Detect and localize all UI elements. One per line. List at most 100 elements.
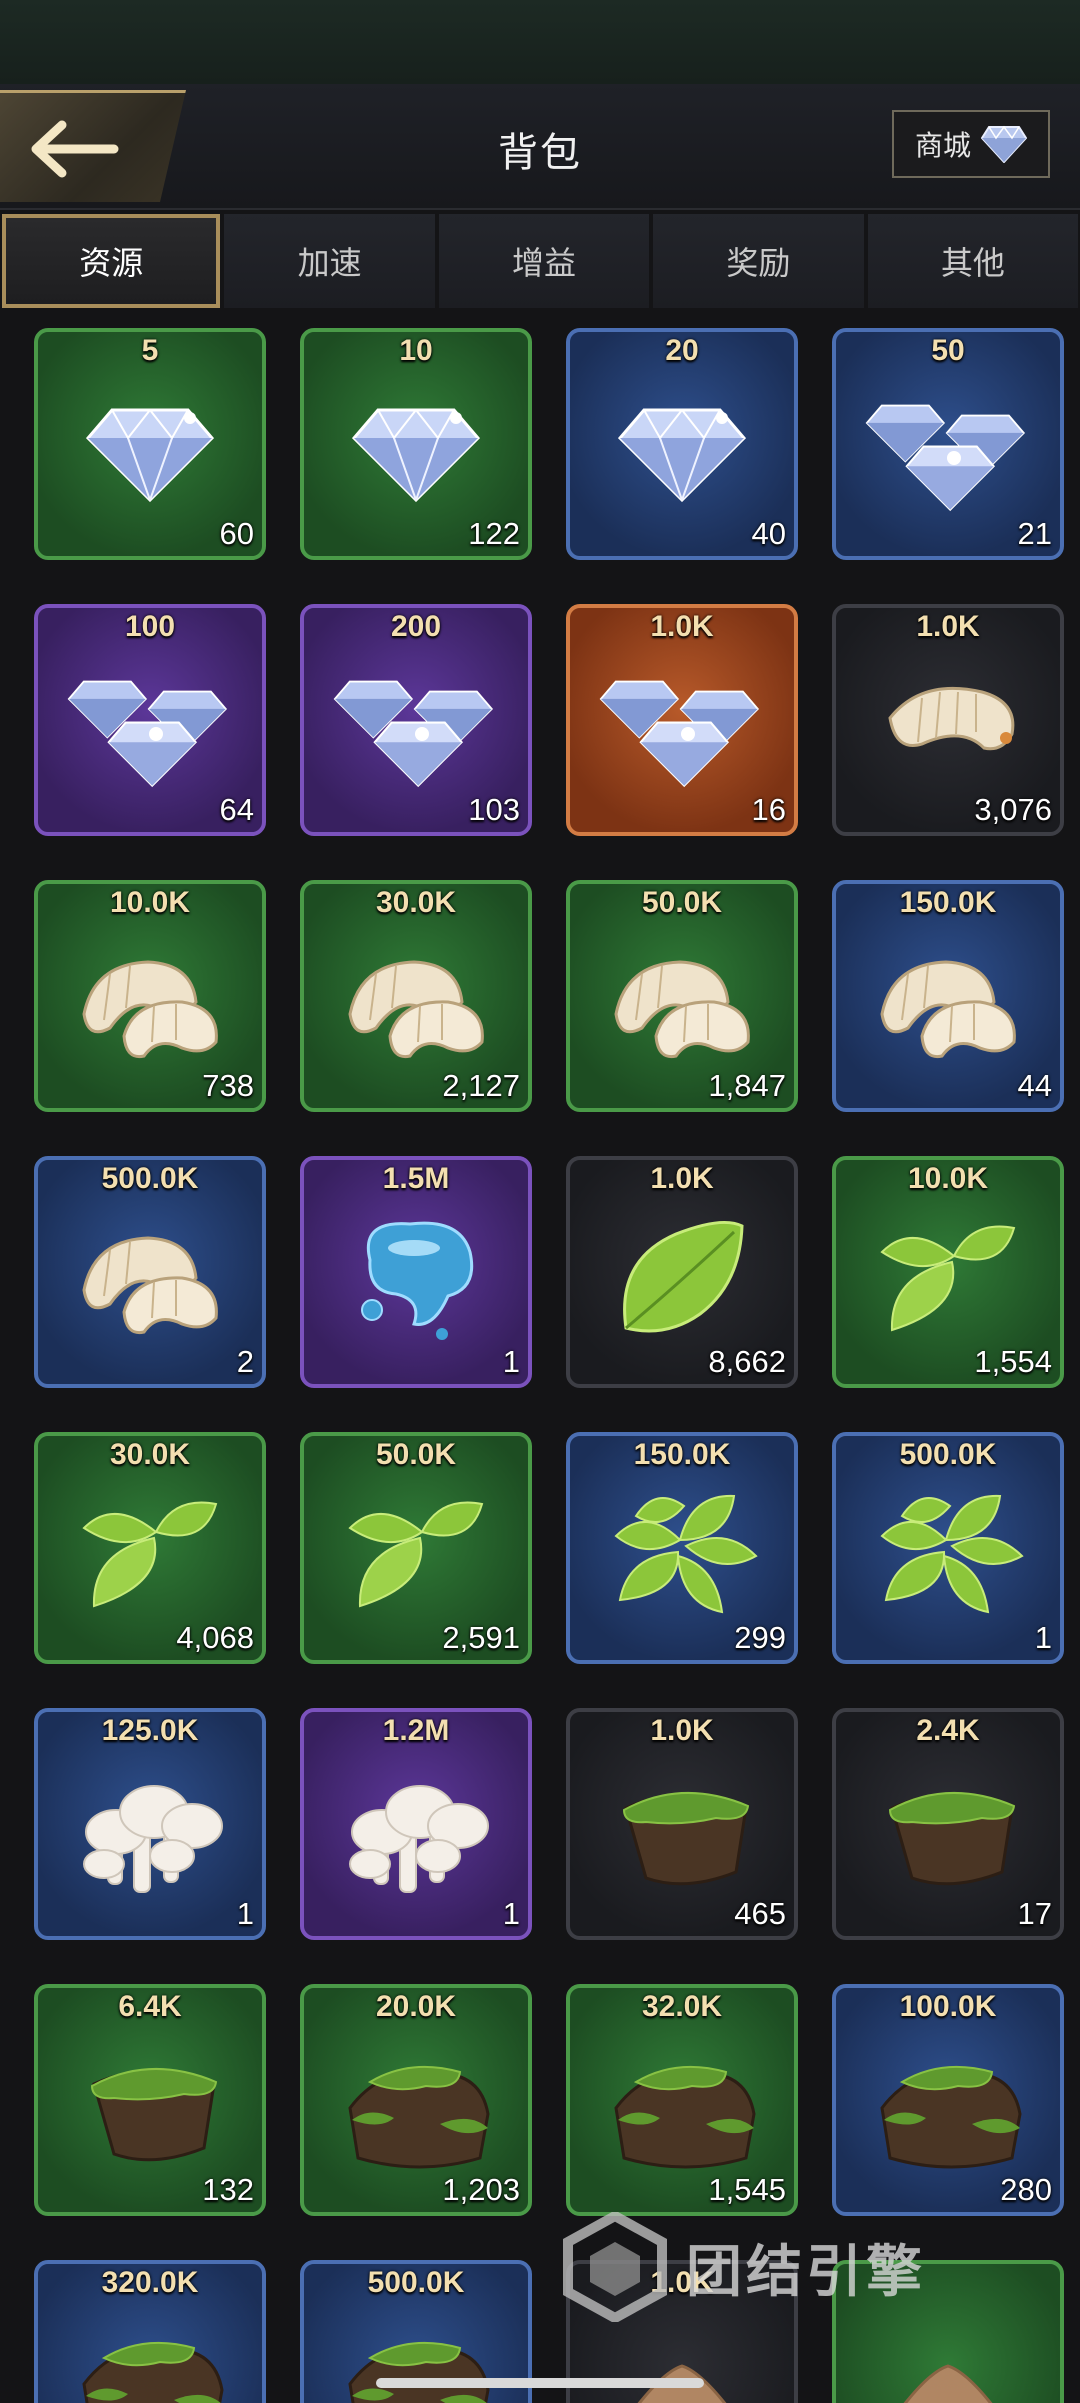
item-amount: 1.2M xyxy=(382,1714,450,1747)
leaf-bunch-icon xyxy=(596,1476,768,1626)
diamond-icon xyxy=(64,372,236,522)
leaves-icon xyxy=(64,1476,236,1626)
category-tabs: 资源 加速 增益 奖励 其他 xyxy=(0,210,1080,312)
inventory-item[interactable]: 10.0K 1,554 xyxy=(832,1156,1064,1388)
item-amount: 125.0K xyxy=(101,1714,199,1747)
engine-logo-icon xyxy=(563,2212,667,2322)
item-amount: 10.0K xyxy=(109,886,191,919)
item-count: 17 xyxy=(1017,1896,1052,1931)
item-amount: 5 xyxy=(141,334,159,367)
soil-pile-icon xyxy=(330,2304,502,2403)
item-count: 465 xyxy=(734,1896,786,1931)
item-amount: 10 xyxy=(399,334,433,367)
item-count: 1 xyxy=(502,1896,520,1931)
item-count: 1 xyxy=(502,1344,520,1379)
larva-pile-icon xyxy=(862,924,1034,1074)
item-count: 122 xyxy=(468,516,520,551)
item-amount: 10.0K xyxy=(907,1162,989,1195)
item-count: 2 xyxy=(236,1344,254,1379)
diamond-pile-icon xyxy=(596,648,768,798)
item-amount: 20 xyxy=(665,334,699,367)
inventory-item[interactable]: 10 122 xyxy=(300,328,532,560)
item-amount: 150.0K xyxy=(899,886,997,919)
inventory-item[interactable]: 1.5M 1 xyxy=(300,1156,532,1388)
diamond-icon xyxy=(596,372,768,522)
soil-pile-icon xyxy=(64,2304,236,2403)
item-count: 738 xyxy=(202,1068,254,1103)
inventory-item[interactable]: 50.0K 1,847 xyxy=(566,880,798,1112)
item-count: 1 xyxy=(1034,1620,1052,1655)
inventory-item[interactable]: 50 21 xyxy=(832,328,1064,560)
home-indicator[interactable] xyxy=(376,2378,704,2388)
tab-rewards[interactable]: 奖励 xyxy=(653,214,864,308)
item-grid: 5 60 10 122 20 40 50 21 100 64 200 103 1.0K 16 1.0K 3,0… xyxy=(0,322,1080,2403)
inventory-item[interactable]: 2.4K 17 xyxy=(832,1708,1064,1940)
diamond-icon xyxy=(330,372,502,522)
inventory-item[interactable]: 1.0K 16 xyxy=(566,604,798,836)
inventory-item[interactable]: 500.0K 1 xyxy=(832,1432,1064,1664)
tab-speedup[interactable]: 加速 xyxy=(224,214,435,308)
inventory-item[interactable]: 6.4K 132 xyxy=(34,1984,266,2216)
inventory-item[interactable]: 1.0K 8,662 xyxy=(566,1156,798,1388)
inventory-item[interactable]: 200 103 xyxy=(300,604,532,836)
inventory-item[interactable]: 30.0K 4,068 xyxy=(34,1432,266,1664)
tab-boost[interactable]: 增益 xyxy=(438,214,650,308)
leaves-icon xyxy=(862,1200,1034,1350)
inventory-item[interactable]: 1.2M 1 xyxy=(300,1708,532,1940)
item-amount: 50 xyxy=(931,334,965,367)
shop-button[interactable]: 商城 xyxy=(892,110,1050,178)
inventory-item[interactable]: 5 60 xyxy=(34,328,266,560)
top-bar: 背包 商城 xyxy=(0,84,1080,210)
water-icon xyxy=(330,1200,502,1350)
item-amount: 30.0K xyxy=(109,1438,191,1471)
inventory-item[interactable]: 50.0K 2,591 xyxy=(300,1432,532,1664)
shop-label: 商城 xyxy=(914,130,971,161)
item-amount: 6.4K xyxy=(118,1990,182,2023)
item-count: 1,554 xyxy=(974,1344,1052,1379)
inventory-item[interactable]: 125.0K 1 xyxy=(34,1708,266,1940)
inventory-item[interactable]: 150.0K 44 xyxy=(832,880,1064,1112)
item-count: 60 xyxy=(219,516,254,551)
item-amount: 32.0K xyxy=(641,1990,723,2023)
diamond-pile-icon xyxy=(330,648,502,798)
soil-pile-icon xyxy=(330,2028,502,2178)
item-amount: 20.0K xyxy=(375,1990,457,2023)
tab-other[interactable]: 其他 xyxy=(867,214,1079,308)
item-amount: 1.0K xyxy=(916,610,980,643)
item-count: 40 xyxy=(751,516,786,551)
mushroom-icon xyxy=(64,1752,236,1902)
inventory-item[interactable]: 1.0K 3,076 xyxy=(832,604,1064,836)
item-count: 1,545 xyxy=(708,2172,786,2207)
inventory-item[interactable]: 1.0K 465 xyxy=(566,1708,798,1940)
larva-pile-icon xyxy=(596,924,768,1074)
inventory-item[interactable]: 10.0K 738 xyxy=(34,880,266,1112)
item-amount: 2.4K xyxy=(916,1714,980,1747)
inventory-item[interactable]: 100 64 xyxy=(34,604,266,836)
item-amount: 1.0K xyxy=(650,1162,714,1195)
inventory-item[interactable]: 500.0K 2 xyxy=(34,1156,266,1388)
larva-pile-icon xyxy=(330,924,502,1074)
tab-resources[interactable]: 资源 xyxy=(2,214,221,308)
inventory-item[interactable]: 20.0K 1,203 xyxy=(300,1984,532,2216)
item-amount: 30.0K xyxy=(375,886,457,919)
item-amount: 100.0K xyxy=(899,1990,997,2023)
inventory-item[interactable]: 20 40 xyxy=(566,328,798,560)
item-amount: 100 xyxy=(124,610,176,643)
item-count: 1,847 xyxy=(708,1068,786,1103)
status-bar xyxy=(0,0,1080,84)
item-amount: 1.0K xyxy=(650,1714,714,1747)
inventory-item[interactable]: 30.0K 2,127 xyxy=(300,880,532,1112)
inventory-item[interactable]: 32.0K 1,545 xyxy=(566,1984,798,2216)
soil-icon xyxy=(64,2028,236,2178)
item-count: 8,662 xyxy=(708,1344,786,1379)
item-amount: 150.0K xyxy=(633,1438,731,1471)
inventory-item[interactable]: 150.0K 299 xyxy=(566,1432,798,1664)
mushroom-icon xyxy=(330,1752,502,1902)
inventory-item[interactable]: 100.0K 280 xyxy=(832,1984,1064,2216)
inventory-item[interactable]: 320.0K xyxy=(34,2260,266,2403)
item-count: 44 xyxy=(1017,1068,1052,1103)
item-amount: 500.0K xyxy=(899,1438,997,1471)
leaf-bunch-icon xyxy=(862,1476,1034,1626)
soil-pile-icon xyxy=(862,2028,1034,2178)
item-count: 4,068 xyxy=(176,1620,254,1655)
